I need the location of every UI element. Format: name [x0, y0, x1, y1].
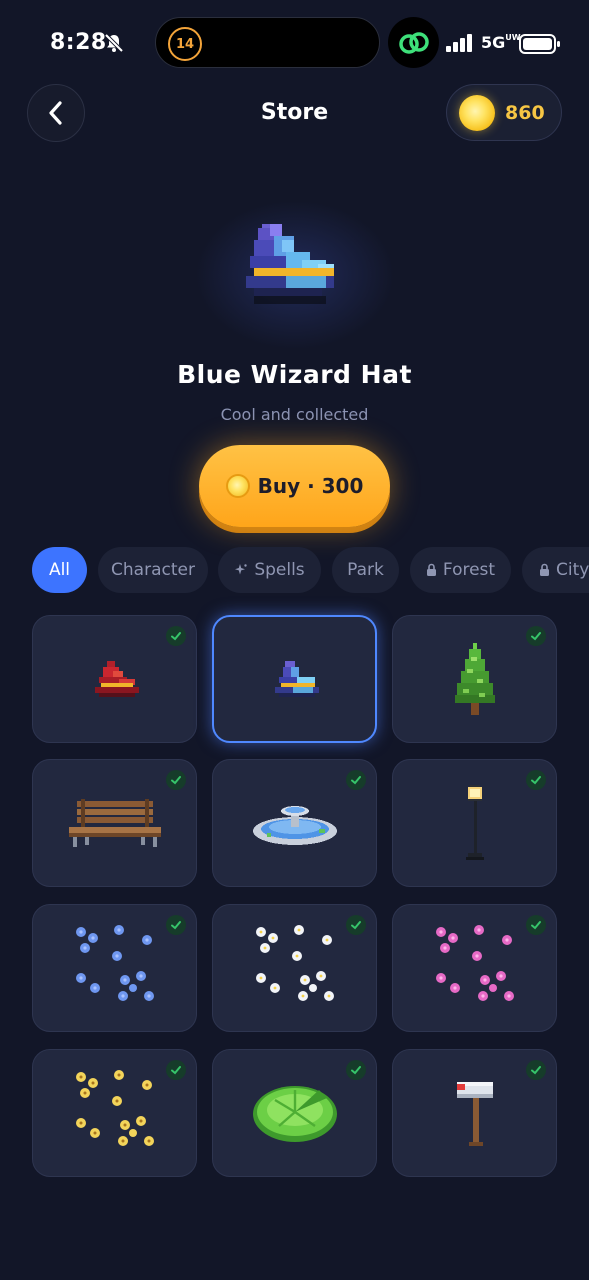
item-card-white-flowers[interactable]	[212, 904, 377, 1032]
item-name: Blue Wizard Hat	[177, 360, 412, 389]
item-card-yellow-flowers[interactable]	[32, 1049, 197, 1177]
owned-check-icon	[166, 1060, 186, 1080]
coin-balance[interactable]: 860	[446, 84, 562, 141]
owned-check-icon	[526, 915, 546, 935]
island-badge: 14	[168, 27, 202, 61]
sparkle-icon	[235, 564, 248, 575]
item-description: Cool and collected	[220, 405, 369, 424]
item-card-pine-tree[interactable]	[392, 615, 557, 743]
lock-icon	[426, 563, 436, 576]
fountain-icon	[252, 806, 337, 845]
owned-check-icon	[346, 915, 366, 935]
item-card-pink-flowers[interactable]	[392, 904, 557, 1032]
battery-icon	[519, 34, 560, 54]
coin-balance-value: 860	[505, 101, 545, 124]
item-card-blue-flowers[interactable]	[32, 904, 197, 1032]
owned-check-icon	[166, 626, 186, 646]
owned-check-icon	[526, 626, 546, 646]
street-lamp-icon	[465, 785, 484, 860]
network-label: 5GUW	[481, 33, 521, 52]
coin-icon	[225, 474, 250, 498]
item-card-park-bench[interactable]	[32, 759, 197, 887]
owned-check-icon	[526, 770, 546, 790]
link-app-icon	[388, 17, 439, 68]
item-card-blue-wizard-hat[interactable]	[212, 615, 377, 743]
item-card-fountain[interactable]	[212, 759, 377, 887]
blue-wizard-hat-preview	[246, 224, 334, 304]
item-card-street-lamp[interactable]	[392, 759, 557, 887]
park-bench-icon	[68, 799, 161, 847]
tab-all[interactable]: All	[32, 547, 87, 593]
lily-pad-icon	[252, 1086, 337, 1142]
buy-button-label: Buy · 300	[257, 474, 364, 498]
blue-wizard-hat-icon	[274, 661, 319, 697]
tab-city[interactable]: City	[522, 547, 589, 593]
dynamic-island: 14	[155, 17, 380, 68]
buy-button[interactable]: Buy · 300	[199, 445, 390, 527]
coin-icon	[459, 94, 495, 131]
blue-flowers-icon	[75, 925, 154, 1001]
white-flowers-icon	[255, 925, 334, 1001]
item-card-red-wizard-hat[interactable]	[32, 615, 197, 743]
lock-icon	[540, 563, 549, 576]
status-bar: 8:28 14 5GUW	[0, 0, 589, 86]
tab-park[interactable]: Park	[332, 547, 399, 593]
owned-check-icon	[346, 1060, 366, 1080]
category-tabs: All Character Spells Park Forest City	[0, 547, 589, 593]
bell-muted-icon	[104, 33, 124, 53]
mailbox-icon	[456, 1082, 493, 1146]
pine-tree-icon	[454, 643, 495, 715]
tab-spells[interactable]: Spells	[218, 547, 321, 593]
tab-character[interactable]: Character	[98, 547, 208, 593]
signal-icon	[446, 34, 472, 52]
item-card-lily-pad[interactable]	[212, 1049, 377, 1177]
owned-check-icon	[526, 1060, 546, 1080]
red-wizard-hat-icon	[94, 661, 139, 697]
owned-check-icon	[346, 770, 366, 790]
status-time: 8:28	[50, 30, 107, 55]
item-card-mailbox[interactable]	[392, 1049, 557, 1177]
owned-check-icon	[166, 915, 186, 935]
tab-forest[interactable]: Forest	[410, 547, 511, 593]
owned-check-icon	[166, 770, 186, 790]
yellow-flowers-icon	[75, 1070, 154, 1146]
pink-flowers-icon	[435, 925, 514, 1001]
